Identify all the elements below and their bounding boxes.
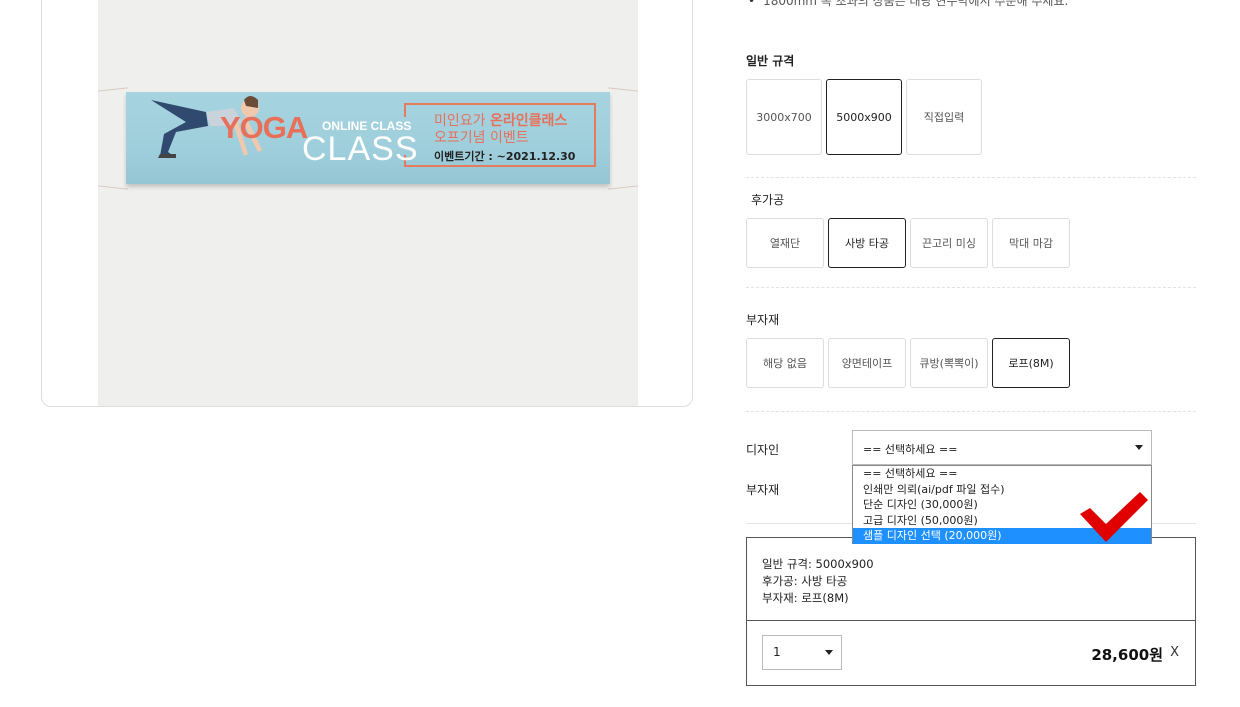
banner-korean-line2: 오프기념 이벤트: [434, 130, 529, 146]
accessory-option-suction[interactable]: 큐방(뽁뽁이): [910, 338, 988, 388]
banner-class-text: CLASS: [302, 130, 419, 168]
finishing-option-bar-finish[interactable]: 막대 마감: [992, 218, 1070, 268]
finishing-option-four-side-punch[interactable]: 사방 타공: [828, 218, 906, 268]
divider: [746, 287, 1196, 288]
size-option-3000x700[interactable]: 3000x700: [746, 79, 822, 155]
remove-item-button[interactable]: X: [1170, 645, 1179, 660]
banner-date: 이벤트기간 : ~2021.12.30: [434, 150, 576, 163]
total-price: 28,600원: [1091, 646, 1163, 664]
size-label: 일반 규격: [746, 54, 795, 68]
size-note: 1800mm 폭 초과의 상품은 대량 현수막에서 주문해 주세요.: [748, 0, 1068, 9]
chevron-down-icon: [1135, 445, 1143, 450]
design-label: 디자인: [746, 443, 780, 457]
banner-yoga-text: YOGA: [220, 110, 308, 145]
divider: [746, 411, 1196, 412]
order-summary: 일반 규격: 5000x900 후가공: 사방 타공 부자재: 로프(8M) 1…: [746, 537, 1196, 686]
rope-right-bottom: [608, 185, 638, 190]
accessory-option-tape[interactable]: 양면테이프: [828, 338, 906, 388]
rope-right: [608, 87, 638, 92]
design-select-value: == 선택하세요 ==: [863, 443, 958, 456]
size-option-5000x900[interactable]: 5000x900: [826, 79, 902, 155]
size-option-custom[interactable]: 직접입력: [906, 79, 982, 155]
summary-finishing: 후가공: 사방 타공: [762, 574, 848, 588]
finishing-option-heat-cut[interactable]: 열재단: [746, 218, 824, 268]
product-page: YOGA ONLINE CLASS CLASS 미인요가 온라인클래스 오프기념…: [0, 0, 1240, 707]
finishing-option-loop-sewing[interactable]: 끈고리 미싱: [910, 218, 988, 268]
product-image: YOGA ONLINE CLASS CLASS 미인요가 온라인클래스 오프기념…: [98, 0, 638, 406]
rope-left-bottom: [98, 185, 128, 190]
summary-divider: [747, 620, 1195, 621]
quantity-value: 1: [773, 645, 781, 659]
finishing-label: 후가공: [751, 193, 785, 207]
summary-size: 일반 규격: 5000x900: [762, 557, 874, 571]
quantity-select[interactable]: 1: [762, 635, 842, 670]
accessory-label: 부자재: [746, 313, 780, 327]
yoga-banner: YOGA ONLINE CLASS CLASS 미인요가 온라인클래스 오프기념…: [126, 92, 610, 184]
rope-left: [98, 87, 128, 92]
product-image-card: YOGA ONLINE CLASS CLASS 미인요가 온라인클래스 오프기념…: [41, 0, 693, 407]
design-option-default[interactable]: == 선택하세요 ==: [853, 466, 1151, 482]
accessory-option-rope[interactable]: 로프(8M): [992, 338, 1070, 388]
divider: [746, 177, 1196, 178]
design-select[interactable]: == 선택하세요 ==: [852, 430, 1152, 465]
chevron-down-icon: [825, 650, 833, 655]
accessory-option-none[interactable]: 해당 없음: [746, 338, 824, 388]
accessory2-label: 부자재: [746, 483, 780, 497]
checkmark-icon: [1080, 492, 1148, 542]
summary-lines: 일반 규격: 5000x900 후가공: 사방 타공 부자재: 로프(8M): [762, 556, 874, 607]
summary-accessory: 부자재: 로프(8M): [762, 591, 849, 605]
